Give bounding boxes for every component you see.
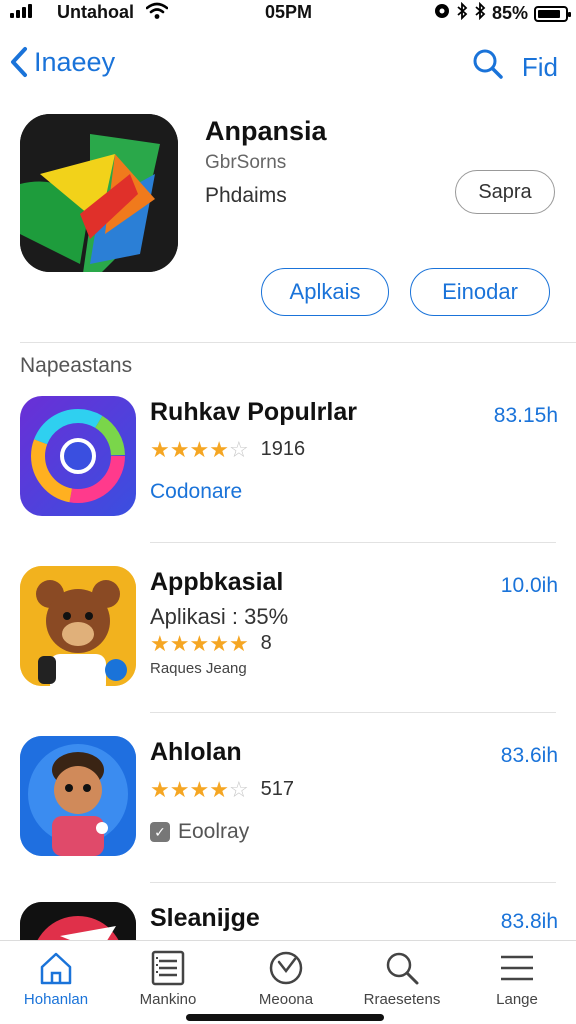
app-icon xyxy=(20,902,136,940)
battery-icon xyxy=(534,5,571,22)
tab-bar: Hohanlan Mankino Meoona Rraesetens Lange xyxy=(0,940,576,1024)
app-size: 83.6ih xyxy=(500,744,558,767)
navigation-bar: Inaeey Fid xyxy=(0,44,576,92)
tab-more[interactable]: Lange xyxy=(467,949,567,1008)
home-icon xyxy=(40,952,72,985)
status-label: Eoolray xyxy=(178,820,250,843)
app-title: Sleanijge xyxy=(150,904,260,932)
wifi-icon xyxy=(145,2,169,25)
star-icon: ★ xyxy=(209,436,229,462)
star-icon: ★ xyxy=(228,630,249,656)
status-time: 05PM xyxy=(265,2,313,22)
app-category: Phdaims xyxy=(205,184,287,207)
clock-icon xyxy=(269,951,303,985)
star-icon: ★ xyxy=(150,776,170,802)
list-item[interactable]: Appbkasial 10.0ih Aplikasi : 35% ★ ★ ★ ★ ★ 8… xyxy=(0,566,576,696)
app-developer: GbrSorns xyxy=(205,152,287,173)
star-rating: ★ ★ ★ ★ ☆ 517 xyxy=(150,778,294,801)
list-icon xyxy=(151,950,185,986)
back-label: Inaeey xyxy=(34,46,116,77)
get-app-button[interactable]: Aplkais xyxy=(261,268,389,316)
app-icon xyxy=(20,736,136,856)
star-icon: ★ xyxy=(189,776,210,802)
section-title: Napeastans xyxy=(20,354,133,377)
installed-status: ✓ Eoolray xyxy=(150,820,249,844)
tab-label: Lange xyxy=(496,991,538,1008)
star-icon: ★ xyxy=(150,436,170,462)
search-icon[interactable] xyxy=(472,48,504,87)
chevron-left-icon xyxy=(11,47,27,77)
back-button[interactable]: Inaeey xyxy=(10,46,115,78)
star-half-icon: ★ xyxy=(209,776,229,802)
list-item[interactable]: Ahlolan 83.6ih ★ ★ ★ ★ ☆ 517 ✓ Eoolray xyxy=(0,736,576,866)
rating-count: 8 xyxy=(260,632,272,654)
status-bar: Untahoal 05PM 85% xyxy=(0,0,576,26)
bluetooth-icon-secondary xyxy=(474,1,486,25)
app-tag: Raques Jeang xyxy=(150,660,247,677)
menu-icon xyxy=(501,955,533,981)
rating-count: 1916 xyxy=(260,438,306,460)
search-icon xyxy=(386,952,419,985)
app-title: Appbkasial xyxy=(150,568,284,596)
app-size: 83.8ih xyxy=(500,910,558,933)
battery-percent: 85% xyxy=(491,3,528,23)
app-icon xyxy=(20,566,136,686)
checkmark-icon: ✓ xyxy=(150,822,170,842)
divider xyxy=(150,882,556,883)
divider xyxy=(150,542,556,543)
tab-rankings[interactable]: Mankino xyxy=(118,949,218,1008)
tab-label: Mankino xyxy=(139,991,197,1008)
star-icon: ★ xyxy=(169,436,190,462)
star-icon: ★ xyxy=(209,630,229,656)
list-item[interactable]: Sleanijge 83.8ih xyxy=(0,902,576,940)
star-rating: ★ ★ ★ ★ ★ 8 xyxy=(150,632,272,655)
star-icon: ★ xyxy=(189,630,210,656)
rating-count: 517 xyxy=(260,778,295,800)
app-title: Ruhkav Populrlar xyxy=(150,398,357,426)
star-empty-icon: ☆ xyxy=(228,436,249,462)
star-empty-icon: ☆ xyxy=(228,776,249,802)
app-link[interactable]: Codonare xyxy=(150,480,242,504)
app-title: Anpansia xyxy=(205,116,327,146)
bluetooth-icon xyxy=(456,1,468,25)
carrier-label: Untahoal xyxy=(57,2,135,22)
star-icon: ★ xyxy=(189,436,210,462)
tab-search[interactable]: Rraesetens xyxy=(352,949,452,1008)
find-button[interactable]: Fid xyxy=(522,52,558,83)
star-rating: ★ ★ ★ ★ ☆ 1916 xyxy=(150,438,305,461)
star-icon: ★ xyxy=(150,630,170,656)
app-size: 83.15h xyxy=(493,404,558,427)
list-item[interactable]: Ruhkav Populrlar 83.15h ★ ★ ★ ★ ☆ 1916 Codon… xyxy=(0,396,576,526)
cellular-signal-icon xyxy=(10,4,32,18)
tab-home[interactable]: Hohanlan xyxy=(6,949,106,1008)
star-icon: ★ xyxy=(169,630,190,656)
app-subtitle: Aplikasi : 35% xyxy=(150,604,289,629)
featured-app-icon[interactable] xyxy=(20,114,178,272)
tab-label: Meoona xyxy=(258,991,314,1008)
app-icon xyxy=(20,396,136,516)
star-icon: ★ xyxy=(169,776,190,802)
app-size: 10.0ih xyxy=(500,574,558,597)
tab-label: Hohanlan xyxy=(23,991,89,1008)
app-title: Ahlolan xyxy=(150,738,242,766)
share-button[interactable]: Sapra xyxy=(455,170,555,214)
tab-label: Rraesetens xyxy=(363,991,441,1008)
divider xyxy=(20,342,576,343)
location-icon xyxy=(434,3,450,24)
tab-updates[interactable]: Meoona xyxy=(236,949,336,1008)
divider xyxy=(150,712,556,713)
home-indicator[interactable] xyxy=(186,1014,384,1021)
download-button[interactable]: Einodar xyxy=(410,268,550,316)
